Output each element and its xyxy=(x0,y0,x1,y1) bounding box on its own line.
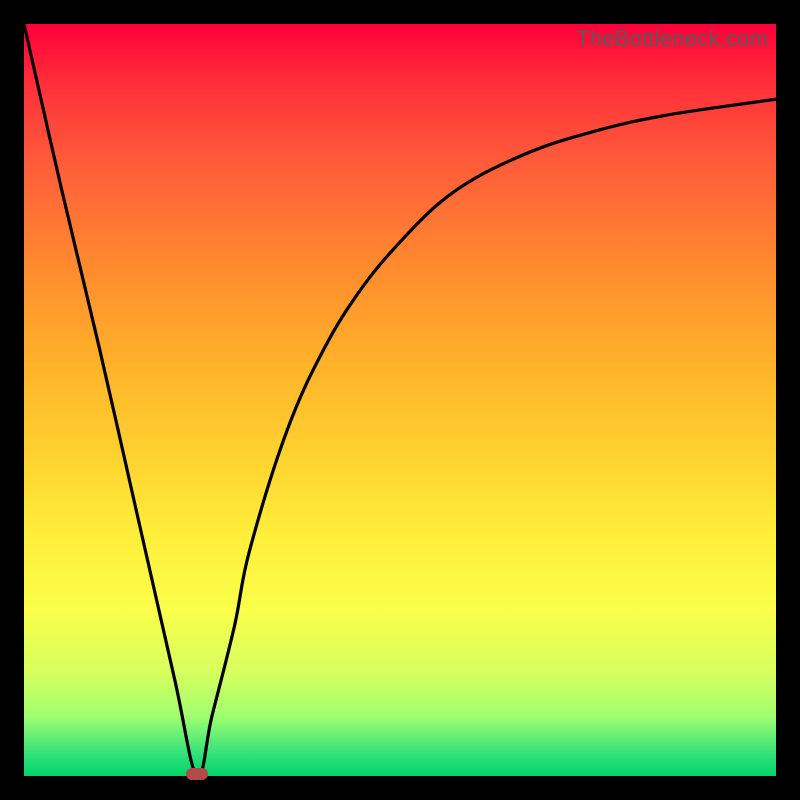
minimum-marker xyxy=(186,768,208,780)
curve-line xyxy=(24,24,776,776)
watermark-label: TheBottleneck.com xyxy=(576,26,768,52)
chart-frame: TheBottleneck.com xyxy=(0,0,800,800)
chart-plot-area: TheBottleneck.com xyxy=(24,24,776,776)
